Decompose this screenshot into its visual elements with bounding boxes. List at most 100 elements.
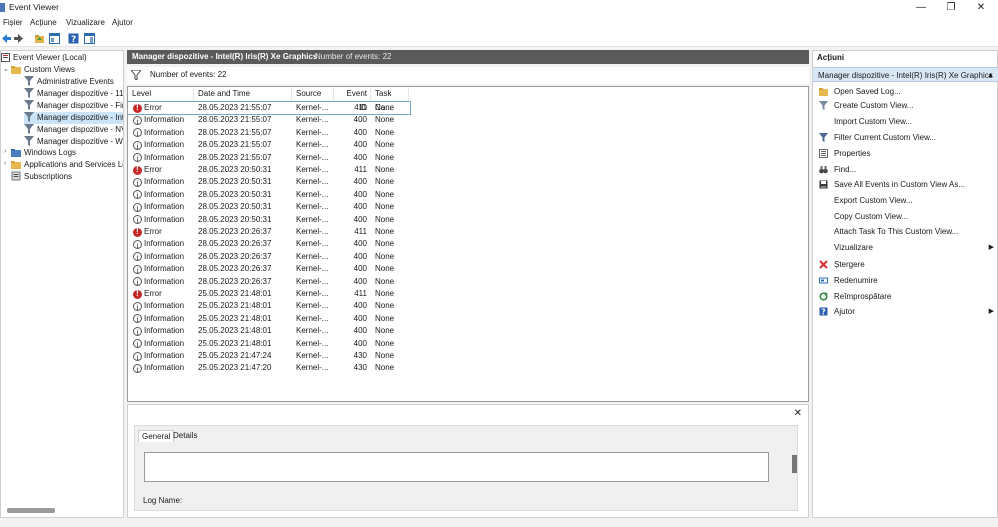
table-row[interactable]: Information 28.05.2023 21:55:07 Kernel-...… [128, 127, 410, 141]
close-detail-icon[interactable]: ✕ [794, 408, 802, 419]
table-row[interactable]: Information 28.05.2023 21:55:07 Kernel-...… [128, 139, 410, 153]
table-row[interactable]: Information 28.05.2023 20:26:37 Kernel-...… [128, 251, 410, 265]
event-description-box[interactable] [144, 452, 769, 482]
table-row[interactable]: Error 28.05.2023 20:50:31 Kernel-... 411 Non… [128, 164, 410, 176]
cell-date-time: 25.05.2023 21:48:01 [198, 338, 272, 348]
cell-source: Kernel-... [296, 264, 329, 274]
filter-icon [24, 100, 34, 110]
tree-horizontal-scrollbar[interactable] [7, 508, 55, 513]
tree-item-custom-views[interactable]: Custom Views [11, 64, 75, 76]
table-row[interactable]: Error 28.05.2023 20:26:37 Kernel-... 411 Non… [128, 226, 410, 238]
information-icon [133, 264, 142, 277]
collapse-up-icon[interactable]: ▲ [987, 68, 994, 83]
show-panel-icon[interactable] [84, 33, 95, 44]
column-header-date-time[interactable]: Date and Time [194, 87, 292, 101]
tab-details[interactable]: Details [173, 431, 197, 440]
close-button[interactable]: ✕ [965, 0, 997, 15]
tree-item-administrative-events[interactable]: Administrative Events [24, 76, 114, 88]
filter-icon [24, 76, 34, 86]
cell-task-category: None [375, 214, 395, 224]
table-row[interactable]: Information 25.05.2023 21:48:01 Kernel-...… [128, 313, 410, 327]
cell-task-category: None [375, 140, 395, 150]
action-item[interactable]: Vizualizare ▶ [813, 240, 998, 255]
table-row[interactable]: Information 28.05.2023 21:55:07 Kernel-...… [128, 152, 410, 165]
cell-source: Kernel-... [296, 276, 329, 286]
information-icon [133, 277, 142, 289]
cell-event-id: 400 [353, 202, 367, 212]
maximize-button[interactable]: ❐ [935, 0, 967, 15]
action-item[interactable]: Open Saved Log... [813, 84, 998, 99]
information-icon [133, 351, 142, 364]
tab-general[interactable]: General [138, 430, 175, 442]
column-header-task-category[interactable]: Task Ca... [371, 87, 409, 112]
cell-date-time: 28.05.2023 20:26:37 [198, 239, 272, 249]
expand-custom-views-chevron-icon[interactable]: ⌄ [3, 65, 9, 73]
information-icon [133, 252, 142, 265]
detail-vertical-scrollbar[interactable] [792, 455, 797, 473]
action-item[interactable]: Ștergere [813, 257, 998, 272]
action-item[interactable]: Filter Current Custom View... [813, 130, 998, 145]
tree-label: Manager dispozitive - Fir [37, 101, 124, 110]
table-row[interactable]: Information 25.05.2023 21:48:01 Kernel-...… [128, 338, 410, 351]
action-item[interactable]: Attach Task To This Custom View... [813, 224, 998, 239]
cell-level: Information [144, 127, 185, 137]
console-tree: Event Viewer (Local) ⌄ Custom Views Admi… [0, 50, 124, 518]
back-arrow-icon[interactable] [1, 33, 12, 44]
menu-help[interactable]: Ajutor [112, 18, 133, 27]
cell-task-category: None [375, 301, 395, 311]
menu-view[interactable]: Vizualizare [66, 18, 105, 27]
table-row[interactable]: Information 25.05.2023 21:47:20 Kernel-...… [128, 362, 410, 376]
action-item[interactable]: Import Custom View... [813, 114, 998, 129]
menu-file[interactable]: Fișier [3, 18, 23, 27]
information-icon [133, 339, 142, 351]
table-row[interactable]: Information 28.05.2023 20:50:31 Kernel-...… [128, 189, 410, 203]
table-row[interactable]: Information 28.05.2023 20:26:37 Kernel-...… [128, 276, 410, 289]
expand-app-services-chevron-icon[interactable]: › [4, 160, 6, 167]
table-row[interactable]: Information 28.05.2023 20:50:31 Kernel-...… [128, 176, 410, 190]
action-label: Find... [834, 165, 857, 174]
tree-item-custom-view[interactable]: Manager dispozitive - 11t [24, 88, 123, 100]
action-item[interactable]: Redenumire [813, 273, 998, 288]
table-row[interactable]: Information 28.05.2023 20:26:37 Kernel-...… [128, 263, 410, 277]
minimize-button[interactable]: — [905, 0, 937, 15]
action-item[interactable]: Reîmprospătare [813, 289, 998, 304]
tree-item-custom-view-selected[interactable]: Manager dispozitive - Int [24, 112, 123, 124]
event-count-label: Number of events: 22 [150, 70, 227, 79]
action-item[interactable]: Save All Events in Custom View As... [813, 177, 998, 192]
table-row[interactable]: Error 28.05.2023 21:55:07 Kernel-... 411 Non… [128, 100, 411, 116]
help-icon[interactable]: ? [68, 33, 79, 44]
table-row[interactable]: Information 25.05.2023 21:48:01 Kernel-...… [128, 300, 410, 314]
table-row[interactable]: Error 25.05.2023 21:48:01 Kernel-... 411 Non… [128, 288, 410, 300]
tree-item-subscriptions[interactable]: Subscriptions [11, 171, 72, 183]
column-header-level[interactable]: Level [128, 87, 194, 101]
action-item[interactable]: Find... [813, 162, 998, 177]
cell-date-time: 28.05.2023 20:26:37 [198, 227, 272, 236]
column-header-event-id[interactable]: Event ID [334, 87, 371, 112]
action-item[interactable]: Export Custom View... [813, 193, 998, 208]
table-row[interactable]: Information 28.05.2023 20:26:37 Kernel-...… [128, 238, 410, 252]
table-row[interactable]: Information 25.05.2023 21:47:24 Kernel-...… [128, 350, 410, 364]
action-item[interactable]: Properties [813, 146, 998, 161]
table-row[interactable]: Information 25.05.2023 21:48:01 Kernel-...… [128, 325, 410, 339]
tree-item-windows-logs[interactable]: Windows Logs [11, 147, 76, 159]
binoculars-icon [819, 166, 828, 174]
column-header-source[interactable]: Source [292, 87, 334, 101]
cell-level: Information [144, 177, 185, 187]
action-item[interactable]: Copy Custom View... [813, 209, 998, 224]
tree-item-custom-view[interactable]: Manager dispozitive - NV [24, 124, 123, 136]
action-item[interactable]: Create Custom View... [813, 98, 998, 113]
actions-section-header[interactable]: Manager dispozitive - Intel(R) Iris(R) X… [813, 67, 998, 82]
menu-action[interactable]: Acțiune [30, 18, 57, 27]
tree-item-event-viewer-local[interactable]: Event Viewer (Local) [1, 52, 87, 64]
event-detail-pane: ✕ General Details Log Name: [127, 404, 809, 518]
console-tree-icon[interactable] [49, 33, 60, 44]
tree-item-applications-services[interactable]: Applications and Services Log [11, 159, 123, 171]
action-item[interactable]: ? Ajutor ▶ [813, 304, 998, 319]
forward-arrow-icon[interactable] [13, 33, 24, 44]
folder-up-icon[interactable] [34, 33, 45, 44]
expand-windows-logs-chevron-icon[interactable]: › [4, 148, 6, 155]
tree-item-custom-view[interactable]: Manager dispozitive - Fir [24, 100, 124, 112]
table-row[interactable]: Information 28.05.2023 20:50:31 Kernel-...… [128, 201, 410, 215]
table-row[interactable]: Information 28.05.2023 21:55:07 Kernel-...… [128, 114, 410, 128]
table-row[interactable]: Information 28.05.2023 20:50:31 Kernel-...… [128, 214, 410, 227]
